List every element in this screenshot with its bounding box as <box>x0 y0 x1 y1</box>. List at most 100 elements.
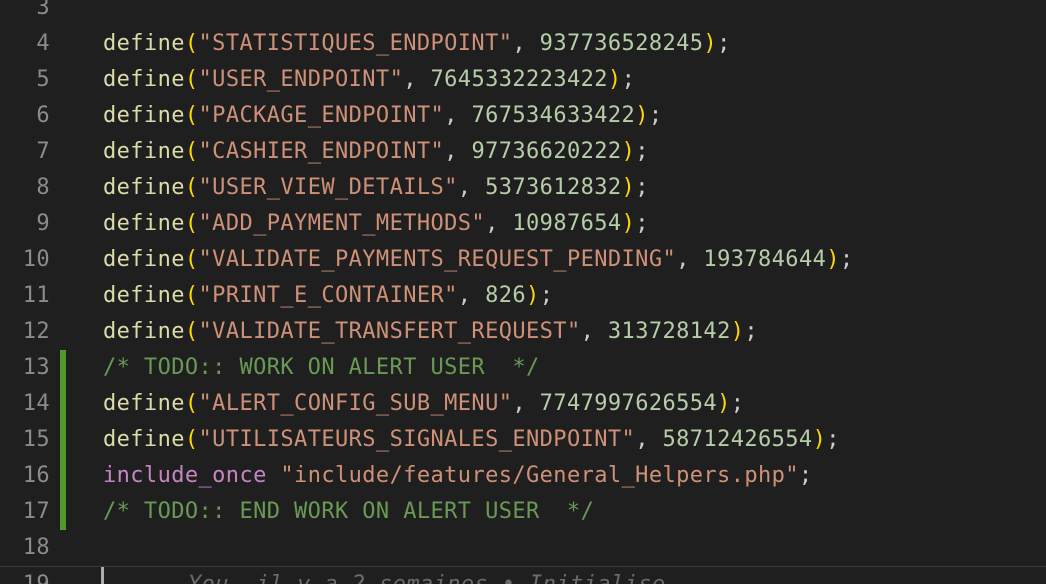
git-modified-indicator[interactable] <box>60 458 66 494</box>
code-content: define("USER_VIEW_DETAILS", 5373612832); <box>103 170 649 206</box>
string-literal: "ALERT_CONFIG_SUB_MENU" <box>198 391 513 416</box>
code-line[interactable]: 15 define("UTILISATEURS_SIGNALES_ENDPOINT… <box>0 422 1046 458</box>
line-number: 15 <box>22 427 50 452</box>
code-line[interactable]: 5 define("USER_ENDPOINT", 7645332223422); <box>0 62 1046 98</box>
string-literal: "ADD_PAYMENT_METHODS" <box>198 211 486 236</box>
git-modified-indicator[interactable] <box>60 422 66 458</box>
line-number: 7 <box>36 139 50 164</box>
function-name: define <box>103 283 185 308</box>
code-content: define("STATISTIQUES_ENDPOINT", 93773652… <box>103 26 731 62</box>
git-modified-indicator[interactable] <box>60 494 66 530</box>
code-line[interactable]: 11 define("PRINT_E_CONTAINER", 826); <box>0 278 1046 314</box>
comma: , <box>512 391 540 416</box>
line-number: 3 <box>36 0 50 20</box>
number-literal: 313728142 <box>607 319 731 344</box>
comma: , <box>485 211 513 236</box>
semicolon: ; <box>717 31 731 56</box>
close-paren: ) <box>607 67 622 92</box>
string-literal: "VALIDATE_PAYMENTS_REQUEST_PENDING" <box>198 247 677 272</box>
string-literal: "USER_VIEW_DETAILS" <box>198 175 458 200</box>
open-paren: ( <box>184 67 199 92</box>
function-name: define <box>103 67 185 92</box>
open-paren: ( <box>184 211 199 236</box>
code-content: define("ALERT_CONFIG_SUB_MENU", 77479976… <box>103 386 744 422</box>
code-line[interactable]: 18 <box>0 530 1046 566</box>
number-literal: 937736528245 <box>539 31 704 56</box>
code-line[interactable]: 13 /* TODO:: WORK ON ALERT USER */ <box>0 350 1046 386</box>
close-paren: ) <box>526 283 540 308</box>
line-number: 4 <box>36 31 50 56</box>
code-line[interactable]: 9 define("ADD_PAYMENT_METHODS", 10987654)… <box>0 206 1046 242</box>
number-literal: 767534633422 <box>471 103 636 128</box>
code-content: define("PRINT_E_CONTAINER", 826); <box>103 278 553 314</box>
number-literal: 58712426554 <box>662 427 813 452</box>
string-literal: "VALIDATE_TRANSFERT_REQUEST" <box>198 319 581 344</box>
string-literal: "USER_ENDPOINT" <box>198 67 404 92</box>
close-paren: ) <box>621 139 636 164</box>
function-name: define <box>103 211 185 236</box>
code-editor[interactable]: 3 4 define("STATISTIQUES_ENDPOINT", 937736… <box>0 0 1046 584</box>
keyword: include_once <box>103 463 267 488</box>
comma: , <box>444 139 472 164</box>
number-literal: 7645332223422 <box>430 67 608 92</box>
open-paren: ( <box>184 175 199 200</box>
code-line[interactable]: 3 <box>0 0 1046 26</box>
semicolon: ; <box>648 103 663 128</box>
line-number: 8 <box>36 175 50 200</box>
code-line[interactable]: 4 define("STATISTIQUES_ENDPOINT", 9377365… <box>0 26 1046 62</box>
close-paren: ) <box>812 427 827 452</box>
comma: , <box>457 283 486 308</box>
code-content: define("VALIDATE_TRANSFERT_REQUEST", 313… <box>103 314 758 350</box>
close-paren: ) <box>621 211 636 236</box>
line-number: 11 <box>22 283 50 308</box>
code-line[interactable]: 14 define("ALERT_CONFIG_SUB_MENU", 774799… <box>0 386 1046 422</box>
open-paren: ( <box>184 319 199 344</box>
function-name: define <box>103 139 185 164</box>
semicolon: ; <box>839 247 854 272</box>
function-name: define <box>103 31 185 56</box>
open-paren: ( <box>184 31 199 56</box>
code-content: define("CASHIER_ENDPOINT", 97736620222); <box>103 134 649 170</box>
open-paren: ( <box>184 283 199 308</box>
comma: , <box>676 247 704 272</box>
code-content: include_once "include/features/General_H… <box>103 458 813 494</box>
open-paren: ( <box>184 391 199 416</box>
line-number: 13 <box>22 355 50 380</box>
number-literal: 5373612832 <box>485 175 622 200</box>
code-line[interactable]: 10 define("VALIDATE_PAYMENTS_REQUEST_PEND… <box>0 242 1046 278</box>
comma: , <box>512 31 540 56</box>
code-line[interactable]: 17 /* TODO:: END WORK ON ALERT USER */ <box>0 494 1046 530</box>
number-literal: 826 <box>485 283 527 308</box>
code-line[interactable]: 6 define("PACKAGE_ENDPOINT", 767534633422… <box>0 98 1046 134</box>
code-line[interactable]: 12 define("VALIDATE_TRANSFERT_REQUEST", 3… <box>0 314 1046 350</box>
code-line[interactable]: 8 define("USER_VIEW_DETAILS", 5373612832)… <box>0 170 1046 206</box>
code-line[interactable]: 16 include_once "include/features/General… <box>0 458 1046 494</box>
number-literal: 97736620222 <box>471 139 622 164</box>
string-literal: "UTILISATEURS_SIGNALES_ENDPOINT" <box>198 427 636 452</box>
line-number: 16 <box>22 463 50 488</box>
function-name: define <box>103 427 185 452</box>
git-modified-indicator[interactable] <box>60 386 66 422</box>
code-line[interactable]: 7 define("CASHIER_ENDPOINT", 97736620222)… <box>0 134 1046 170</box>
comma: , <box>635 427 663 452</box>
line-number: 5 <box>36 67 50 92</box>
semicolon: ; <box>635 211 649 236</box>
string-literal: "PACKAGE_ENDPOINT" <box>198 103 445 128</box>
code-line[interactable]: 19 You, il y a 2 semaines • Initialise <box>0 566 1046 584</box>
close-paren: ) <box>717 391 731 416</box>
close-paren: ) <box>703 31 718 56</box>
open-paren: ( <box>184 247 199 272</box>
git-modified-indicator[interactable] <box>60 350 66 386</box>
number-literal: 193784644 <box>703 247 827 272</box>
string-literal: "PRINT_E_CONTAINER" <box>198 283 458 308</box>
line-number: 12 <box>22 319 50 344</box>
function-name: define <box>103 391 185 416</box>
line-number: 10 <box>22 247 50 272</box>
function-name: define <box>103 319 185 344</box>
close-paren: ) <box>621 175 636 200</box>
line-number: 6 <box>36 103 50 128</box>
semicolon: ; <box>621 67 636 92</box>
semicolon: ; <box>635 175 649 200</box>
semicolon: ; <box>798 463 813 488</box>
